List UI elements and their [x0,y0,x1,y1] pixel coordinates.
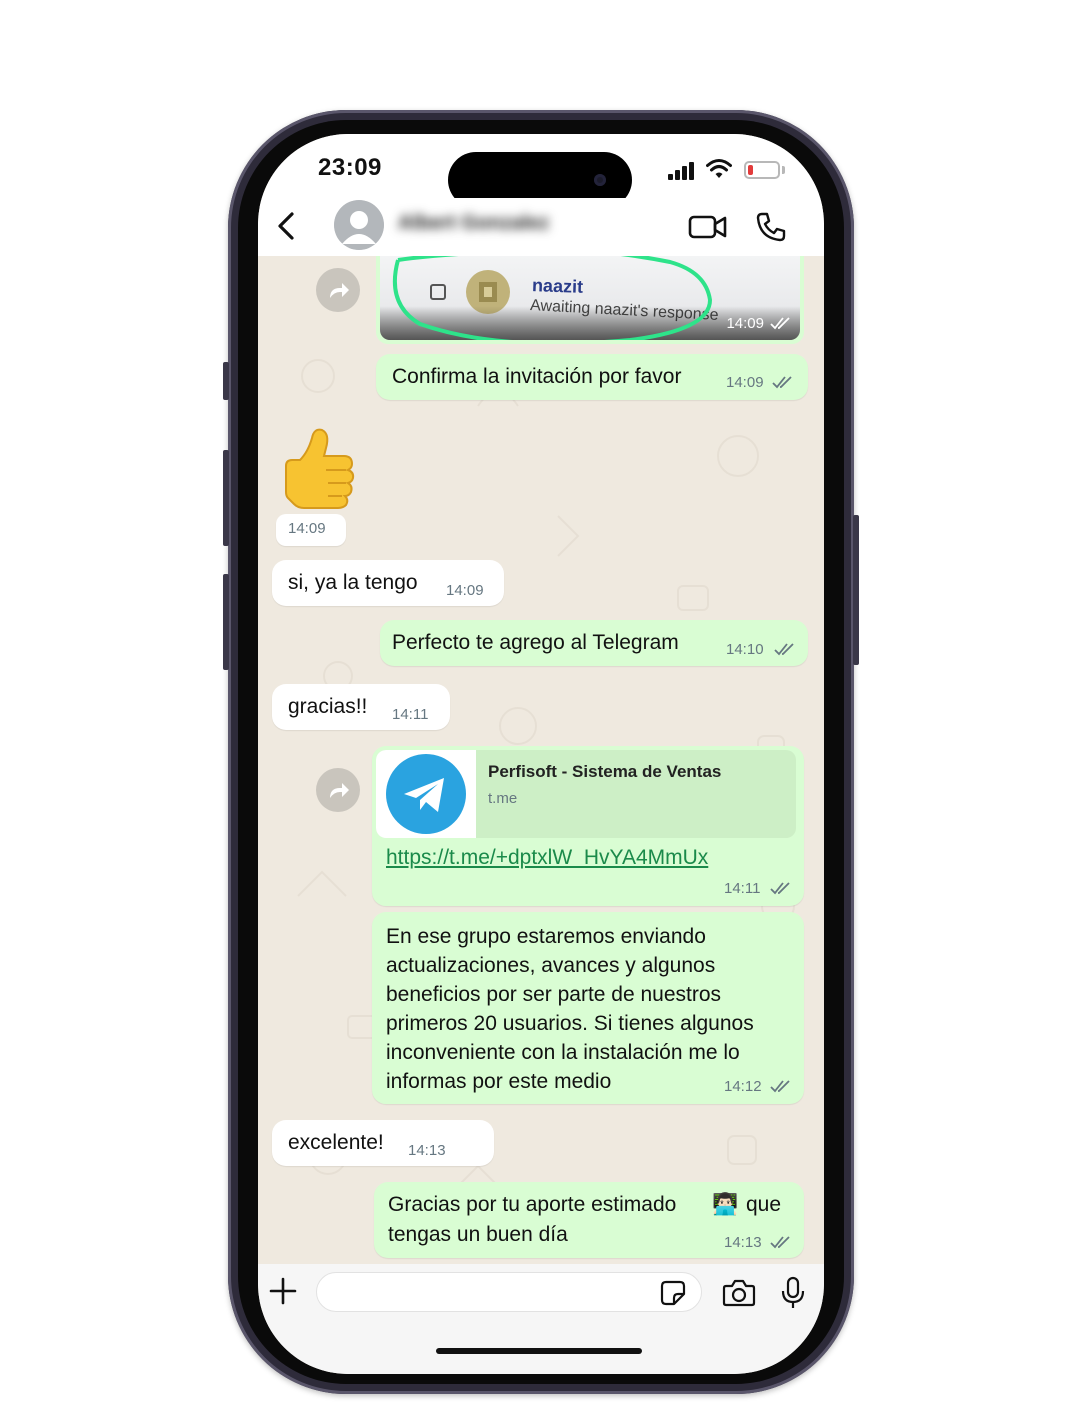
camera-icon[interactable] [722,1278,756,1308]
link-preview-card[interactable]: Perfisoft - Sistema de Ventas t.me [376,750,796,838]
message-bubble-incoming[interactable]: gracias!! 14:11 [272,684,450,730]
message-text: gracias!! [288,695,368,718]
read-ticks-icon [770,317,790,330]
message-time: 14:11 [724,880,761,897]
link-thumbnail [376,750,476,838]
image-message[interactable]: naazit Awaiting naazit's response 14:09 [376,256,804,344]
plus-icon[interactable] [268,1276,298,1306]
message-time: 14:09 [288,520,326,537]
forward-icon[interactable] [316,768,360,812]
message-time: 14:09 [726,315,764,332]
message-text: Gracias por tu aporte estimado [388,1193,677,1216]
message-time: 14:10 [726,641,764,658]
link-url[interactable]: https://t.me/+dptxlW_HvYA4MmUx [386,846,708,870]
sticker-icon[interactable] [660,1280,686,1306]
message-time: 14:13 [408,1142,446,1159]
volume-down-button [223,574,229,670]
status-bar: 23:09 [258,134,824,208]
message-text: Confirma la invitación por favor [392,365,682,388]
contact-name[interactable]: Albert Gonzalez [398,212,668,238]
message-bubble-incoming[interactable]: excelente! 14:13 [272,1120,494,1166]
video-call-icon[interactable] [688,212,728,242]
message-time: 14:13 [724,1234,762,1251]
status-clock: 23:09 [318,154,382,181]
message-composer [258,1264,824,1374]
thumbs-up-emoji[interactable] [278,426,358,512]
link-preview-title: Perfisoft - Sistema de Ventas [488,762,722,781]
volume-up-button [223,450,229,546]
message-line: primeros 20 usuarios. Si tienes algunos [386,1012,754,1035]
read-ticks-icon [774,643,794,656]
screenshot-image[interactable]: naazit Awaiting naazit's response 14:09 [380,256,800,340]
action-button [223,362,229,400]
cellular-signal-icon [668,162,696,180]
message-line: beneficios por ser parte de nuestros [386,983,722,1006]
battery-cap [782,166,785,174]
chevron-left-icon[interactable] [270,208,306,244]
read-ticks-icon [772,376,792,389]
chat-area[interactable]: naazit Awaiting naazit's response 14:09 … [258,256,824,1264]
avatar[interactable] [334,200,384,250]
phone-screen: 23:09 Albert Gonzalez naazit 14:09 Confi… [258,134,824,1374]
chat-header: Albert Gonzalez [258,198,824,256]
message-text: Perfecto te agrego al Telegram [392,631,679,654]
message-bubble-outgoing[interactable]: Confirma la invitación por favor 14:09 [376,354,808,400]
message-text: si, ya la tengo [288,571,418,594]
message-line: inconveniente con la instalación me lo [386,1041,740,1064]
message-text: tengas un buen día [388,1223,568,1246]
telegram-logo-icon [386,754,466,834]
message-line: informas por este medio [386,1070,612,1093]
forward-icon[interactable] [316,268,360,312]
message-time: 14:12 [724,1078,762,1095]
message-time: 14:09 [726,374,764,391]
front-camera-icon [594,174,606,186]
read-ticks-icon [770,1236,790,1249]
link-message-bubble[interactable]: Perfisoft - Sistema de Ventas t.me https… [372,746,804,906]
power-button [853,515,859,665]
message-input[interactable] [316,1272,702,1312]
message-bubble-outgoing[interactable]: Gracias por tu aporte estimado 👨🏻‍💻 que … [374,1182,804,1258]
read-ticks-icon [770,1080,790,1093]
battery-icon [744,161,780,179]
message-bubble-outgoing[interactable]: Perfecto te agrego al Telegram 14:10 [380,620,808,666]
phone-icon[interactable] [754,210,788,244]
message-bubble-incoming[interactable]: si, ya la tengo 14:09 [272,560,504,606]
microphone-icon[interactable] [780,1276,806,1310]
message-text: que [746,1193,782,1216]
read-ticks-icon [770,882,790,895]
home-indicator[interactable] [436,1348,642,1354]
highlight-circle [392,256,713,340]
message-time: 14:09 [446,582,484,599]
message-line: En ese grupo estaremos enviando [386,925,706,948]
message-text: excelente! [288,1131,384,1154]
message-bubble-incoming[interactable]: 14:09 [276,514,346,546]
technologist-emoji: 👨🏻‍💻 [712,1193,739,1216]
wifi-icon [706,159,732,178]
link-preview-domain: t.me [488,790,518,807]
message-time: 14:11 [392,706,429,723]
message-line: actualizaciones, avances y algunos [386,954,716,977]
default-avatar-icon [334,200,384,250]
message-bubble-outgoing[interactable]: En ese grupo estaremos enviando actualiz… [372,912,804,1104]
